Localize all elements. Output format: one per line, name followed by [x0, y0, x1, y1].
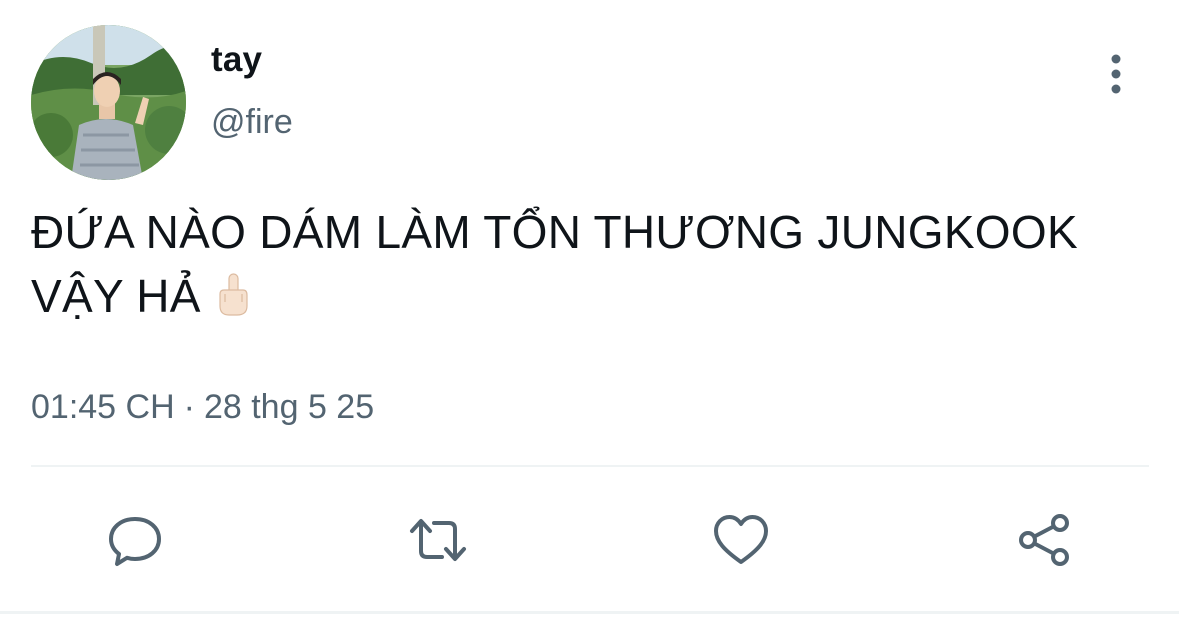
- like-button[interactable]: [706, 505, 776, 575]
- heart-icon: [714, 515, 768, 564]
- more-options-button[interactable]: [1096, 52, 1136, 98]
- more-vertical-icon: [1111, 54, 1121, 94]
- middle-finger-emoji-icon: [215, 270, 251, 334]
- action-bar: [0, 505, 1179, 575]
- retweet-button[interactable]: [403, 505, 473, 575]
- tweet-text-line-2: VẬY HẢ: [31, 264, 1141, 334]
- tweet-date: 28 thg 5 25: [203, 388, 375, 426]
- retweet-icon: [410, 519, 466, 561]
- tweet-card: tay @fire ĐỨA NÀO DÁM LÀM TỔN THƯƠNG JUN…: [0, 0, 1179, 630]
- tweet-text: ĐỨA NÀO DÁM LÀM TỔN THƯƠNG JUNGKOOK VẬY …: [31, 200, 1141, 334]
- display-name[interactable]: tay: [211, 40, 262, 80]
- share-button[interactable]: [1009, 505, 1079, 575]
- user-handle[interactable]: @fire: [211, 103, 293, 142]
- reply-icon: [109, 517, 161, 566]
- tweet-text-line-1: ĐỨA NÀO DÁM LÀM TỔN THƯƠNG JUNGKOOK: [31, 206, 1078, 258]
- bottom-border: [0, 611, 1179, 614]
- avatar[interactable]: [31, 25, 186, 180]
- divider: [31, 465, 1149, 467]
- tweet-text-line-2-content: VẬY HẢ: [31, 270, 201, 322]
- share-icon: [1019, 514, 1069, 566]
- tweet-timestamp[interactable]: 01:45 CH · 28 thg 5 25: [31, 388, 374, 427]
- tweet-time: 01:45 CH: [31, 388, 175, 426]
- reply-button[interactable]: [100, 505, 170, 575]
- timestamp-separator: ·: [183, 388, 195, 426]
